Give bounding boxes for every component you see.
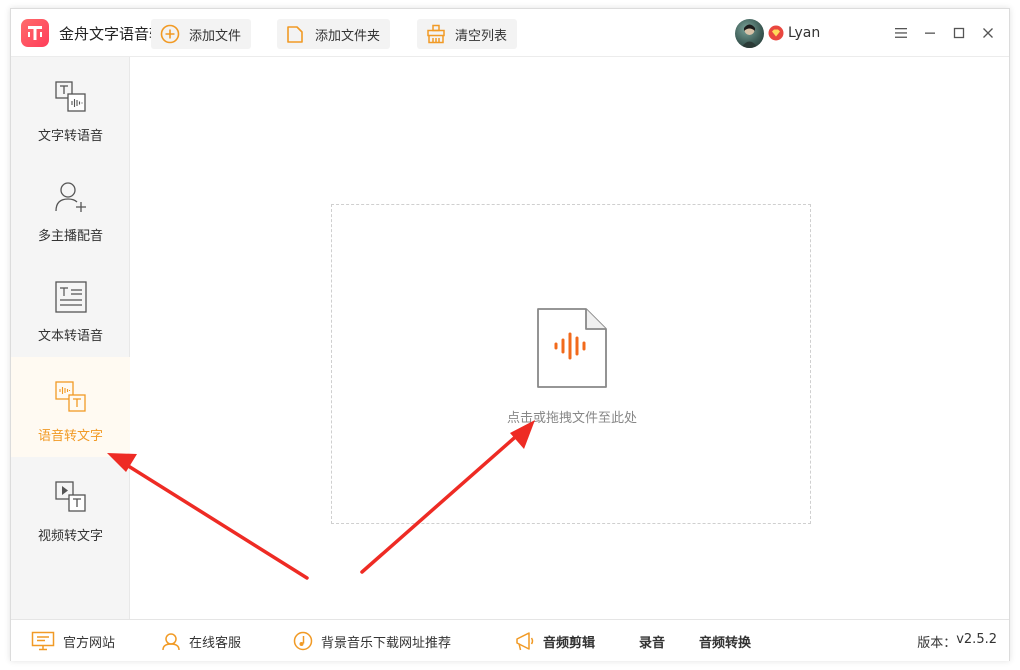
multi-voice-user-icon bbox=[54, 182, 86, 212]
add-folder-label: 添加文件夹 bbox=[315, 28, 381, 44]
minimize-icon bbox=[925, 32, 935, 34]
sidebar-item-document-to-speech[interactable]: 文本转语音 bbox=[11, 257, 130, 357]
online-service-link[interactable]: 在线客服 bbox=[161, 630, 241, 652]
official-website-label: 官方网站 bbox=[63, 635, 116, 651]
version-label: 版本： bbox=[917, 636, 957, 651]
record-link[interactable]: 录音 bbox=[639, 630, 665, 652]
sidebar-item-label: 语音转文字 bbox=[37, 429, 103, 444]
version-value: v2.5.2 bbox=[956, 632, 997, 647]
drop-hint-text: 点击或拖拽文件至此处 bbox=[506, 411, 637, 426]
add-file-label: 添加文件 bbox=[189, 28, 242, 44]
official-website-link[interactable]: 官方网站 bbox=[31, 630, 115, 652]
user-avatar[interactable] bbox=[735, 19, 764, 48]
version-info: 版本： v2.5.2 bbox=[917, 632, 997, 651]
sidebar: 文字转语音 多主播配音 文本转语音 语音转文字 视频转文字 bbox=[11, 57, 130, 619]
audio-edit-link[interactable]: 音频剪辑 bbox=[513, 630, 595, 652]
customer-service-icon bbox=[162, 633, 180, 651]
document-to-speech-icon bbox=[54, 281, 87, 313]
clear-list-button[interactable]: 清空列表 bbox=[417, 19, 518, 49]
sidebar-item-video-to-text[interactable]: 视频转文字 bbox=[11, 457, 130, 557]
audio-convert-link[interactable]: 音频转换 bbox=[699, 630, 751, 652]
speech-to-text-icon bbox=[54, 381, 86, 412]
menu-icon bbox=[895, 28, 907, 38]
online-service-label: 在线客服 bbox=[189, 635, 242, 651]
app-window: 金舟文字语音转换软件 Lyan 文字转语音 多主播配音 文本转语音 语音转文字 … bbox=[10, 8, 1010, 661]
app-logo-icon bbox=[21, 19, 49, 47]
add-circle-icon bbox=[160, 24, 180, 44]
audio-file-icon bbox=[537, 308, 607, 388]
footer-bar: 官方网站 在线客服 背景音乐下载网址推荐 音频剪辑 录音 音频转换 版本： v2… bbox=[11, 619, 1009, 661]
maximize-icon bbox=[953, 27, 965, 39]
maximize-button[interactable] bbox=[947, 21, 971, 45]
minimize-button[interactable] bbox=[918, 21, 942, 45]
file-drop-zone[interactable]: 点击或拖拽文件至此处 bbox=[331, 204, 811, 524]
broom-icon bbox=[427, 24, 445, 44]
bgm-recommend-label: 背景音乐下载网址推荐 bbox=[321, 635, 452, 651]
video-to-text-icon bbox=[54, 481, 86, 512]
sidebar-item-label: 视频转文字 bbox=[37, 529, 103, 544]
record-label: 录音 bbox=[639, 635, 666, 651]
close-icon bbox=[983, 28, 993, 38]
menu-button[interactable] bbox=[889, 21, 913, 45]
monitor-icon bbox=[31, 631, 55, 651]
megaphone-icon bbox=[516, 632, 534, 651]
sidebar-item-label: 多主播配音 bbox=[37, 229, 103, 244]
close-button[interactable] bbox=[976, 21, 1000, 45]
text-to-speech-icon bbox=[54, 81, 86, 112]
bgm-recommend-link[interactable]: 背景音乐下载网址推荐 bbox=[293, 630, 451, 652]
sidebar-item-speech-to-text[interactable]: 语音转文字 bbox=[11, 357, 130, 457]
sidebar-item-text-to-speech[interactable]: 文字转语音 bbox=[11, 57, 130, 157]
sidebar-item-label: 文字转语音 bbox=[37, 129, 103, 144]
audio-edit-label: 音频剪辑 bbox=[543, 635, 596, 651]
vip-diamond-icon bbox=[768, 25, 784, 41]
sidebar-item-label: 文本转语音 bbox=[37, 329, 103, 344]
add-folder-button[interactable]: 添加文件夹 bbox=[277, 19, 391, 49]
folder-icon bbox=[287, 26, 303, 43]
clear-list-label: 清空列表 bbox=[455, 28, 508, 44]
audio-convert-label: 音频转换 bbox=[699, 635, 752, 651]
music-note-icon bbox=[293, 631, 313, 651]
add-file-button[interactable]: 添加文件 bbox=[151, 19, 252, 49]
sidebar-item-multi-voice[interactable]: 多主播配音 bbox=[11, 157, 130, 257]
username[interactable]: Lyan bbox=[788, 25, 820, 41]
